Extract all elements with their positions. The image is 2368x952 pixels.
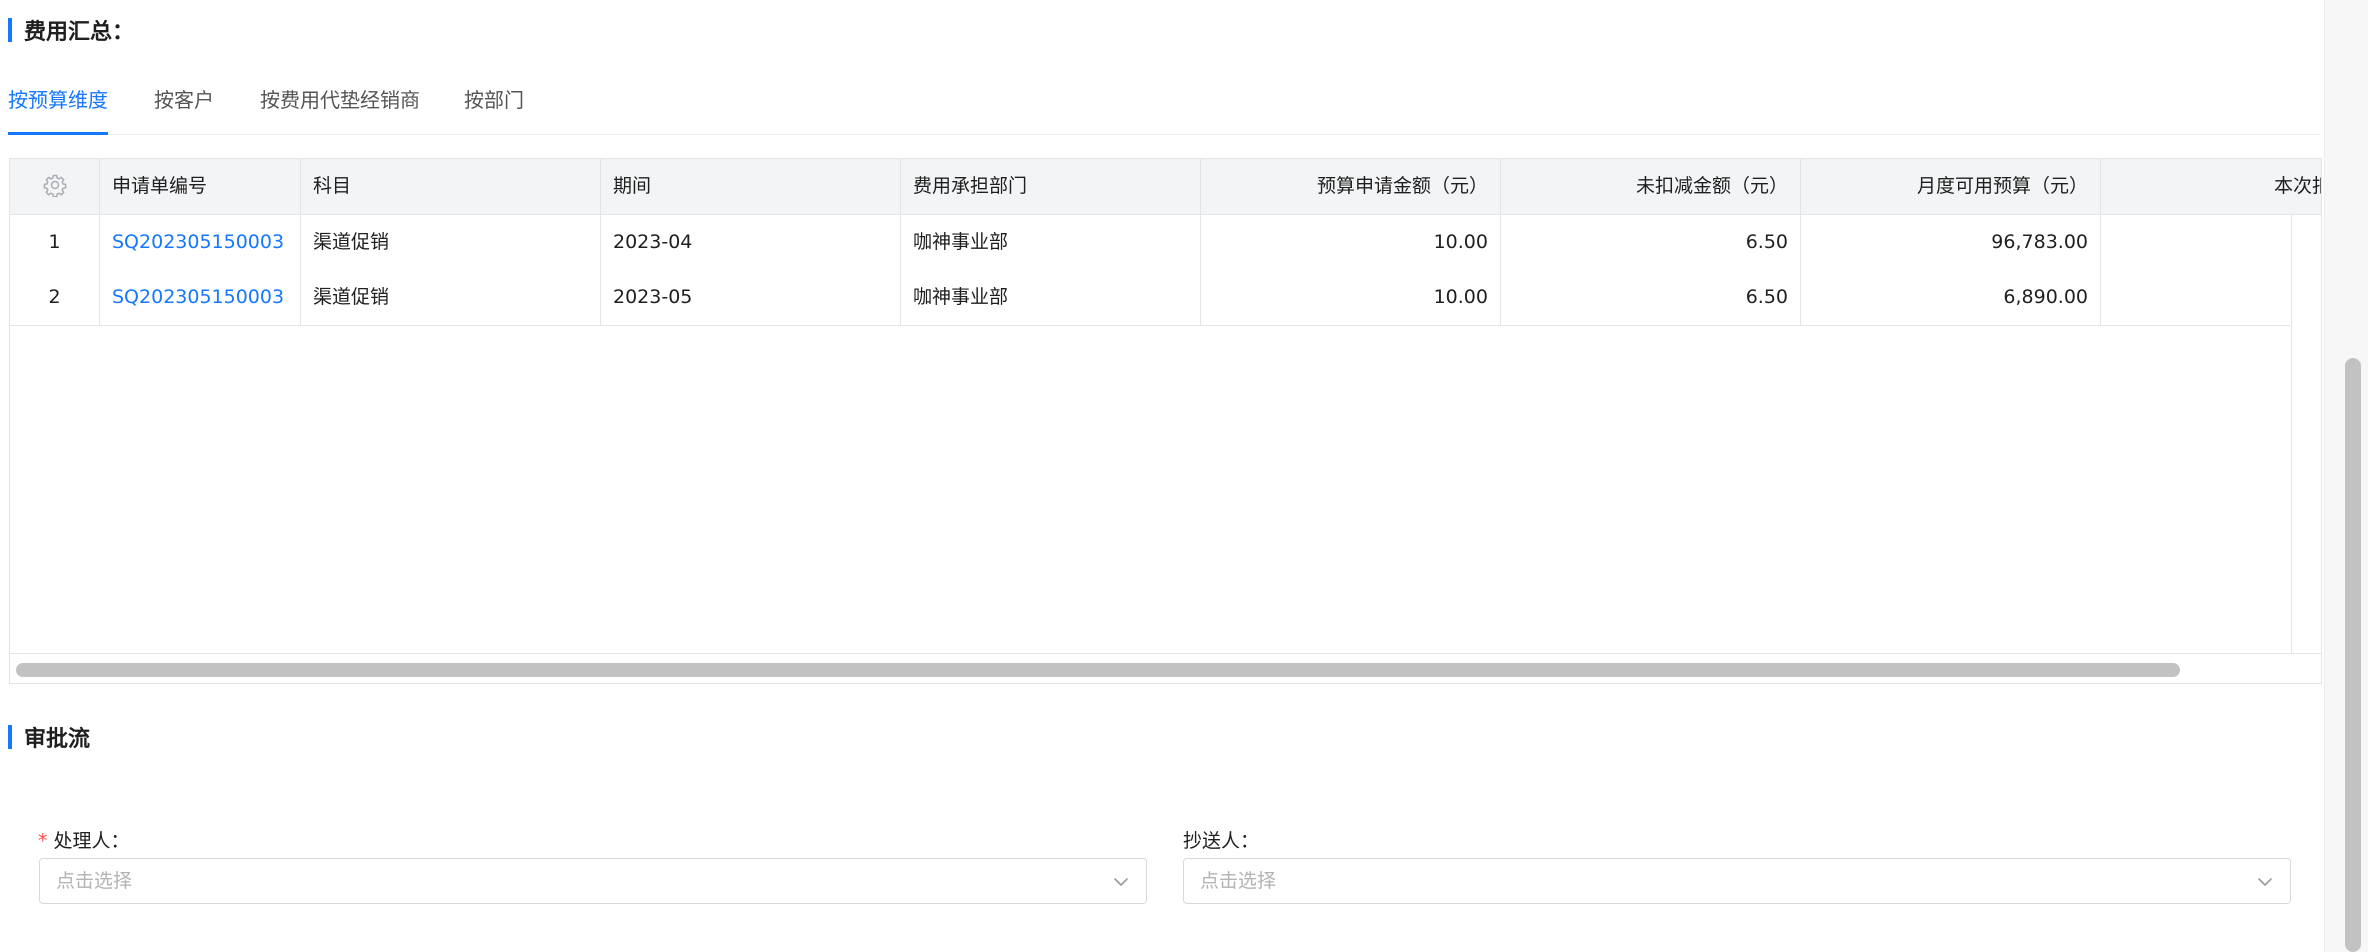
monthly-budget-cell: 6,890.00: [1801, 270, 2101, 325]
tab-budget-dimension[interactable]: 按预算维度: [8, 78, 108, 135]
column-header-department: 费用承担部门: [901, 159, 1201, 214]
table-row: 1 SQ202305150003 渠道促销 2023-04 咖神事业部 10.0…: [10, 215, 2290, 271]
column-header-monthly-budget: 月度可用预算（元）: [1801, 159, 2101, 214]
monthly-budget-cell: 96,783.00: [1801, 215, 2101, 270]
row-index: 1: [10, 215, 100, 270]
cc-select-placeholder: 点击选择: [1200, 870, 1277, 892]
column-header-period: 期间: [601, 159, 901, 214]
column-header-request-no: 申请单编号: [100, 159, 301, 214]
period-cell: 2023-05: [601, 270, 901, 325]
tab-bar: 按预算维度 按客户 按费用代垫经销商 按部门: [8, 78, 2320, 135]
column-header-deduct-amount: 本次扣减金额: [2101, 159, 2321, 214]
table-horizontal-scroll-thumb[interactable]: [16, 663, 2180, 677]
summary-title: 费用汇总：: [24, 20, 135, 45]
page-scrollbar[interactable]: [2324, 0, 2368, 952]
cc-label: 抄送人：: [1183, 830, 1260, 852]
period-cell: 2023-04: [601, 215, 901, 270]
chevron-down-icon: [1114, 878, 1128, 886]
deduct-amount-cell: [2101, 270, 2321, 325]
chevron-down-icon: [2258, 878, 2272, 886]
tab-by-customer[interactable]: 按客户: [154, 78, 214, 134]
apply-amount-cell: 10.00: [1201, 270, 1501, 325]
approval-title: 审批流: [24, 727, 91, 752]
required-mark: *: [38, 830, 48, 852]
handler-select[interactable]: 点击选择: [39, 858, 1147, 904]
department-cell: 咖神事业部: [901, 215, 1201, 270]
column-header-apply-amount: 预算申请金额（元）: [1201, 159, 1501, 214]
row-index: 2: [10, 270, 100, 325]
subject-cell: 渠道促销: [301, 270, 601, 325]
column-header-undeducted-amount: 未扣减金额（元）: [1501, 159, 1801, 214]
tab-by-dealer[interactable]: 按费用代垫经销商: [260, 78, 420, 134]
table-row: 2 SQ202305150003 渠道促销 2023-05 咖神事业部 10.0…: [10, 270, 2290, 326]
cc-select[interactable]: 点击选择: [1183, 858, 2291, 904]
section-accent-bar: [8, 18, 12, 42]
page-scroll-thumb[interactable]: [2345, 358, 2361, 952]
department-cell: 咖神事业部: [901, 270, 1201, 325]
undeducted-amount-cell: 6.50: [1501, 215, 1801, 270]
section-accent-bar: [8, 725, 12, 749]
tab-by-department[interactable]: 按部门: [464, 78, 524, 134]
column-header-subject: 科目: [301, 159, 601, 214]
apply-amount-cell: 10.00: [1201, 215, 1501, 270]
undeducted-amount-cell: 6.50: [1501, 270, 1801, 325]
handler-label-text: 处理人：: [53, 830, 130, 852]
column-settings-cell[interactable]: [10, 159, 100, 214]
table-vertical-scroll-track[interactable]: [2291, 215, 2321, 653]
request-no-link[interactable]: SQ202305150003: [100, 215, 301, 270]
budget-table: 申请单编号 科目 期间 费用承担部门 预算申请金额（元） 未扣减金额（元） 月度…: [9, 158, 2322, 684]
request-no-link[interactable]: SQ202305150003: [100, 270, 301, 325]
gear-icon[interactable]: [43, 173, 67, 197]
table-header: 申请单编号 科目 期间 费用承担部门 预算申请金额（元） 未扣减金额（元） 月度…: [10, 159, 2321, 215]
summary-section-title: 费用汇总：: [8, 15, 134, 45]
page: 费用汇总： 按预算维度 按客户 按费用代垫经销商 按部门 申请单编号 科目 期间…: [0, 0, 2368, 952]
deduct-amount-cell: [2101, 215, 2321, 270]
approval-section-title: 审批流: [8, 722, 90, 752]
handler-select-placeholder: 点击选择: [56, 870, 133, 892]
subject-cell: 渠道促销: [301, 215, 601, 270]
handler-label: * 处理人：: [38, 826, 130, 853]
table-horizontal-scrollbar[interactable]: [10, 653, 2321, 683]
